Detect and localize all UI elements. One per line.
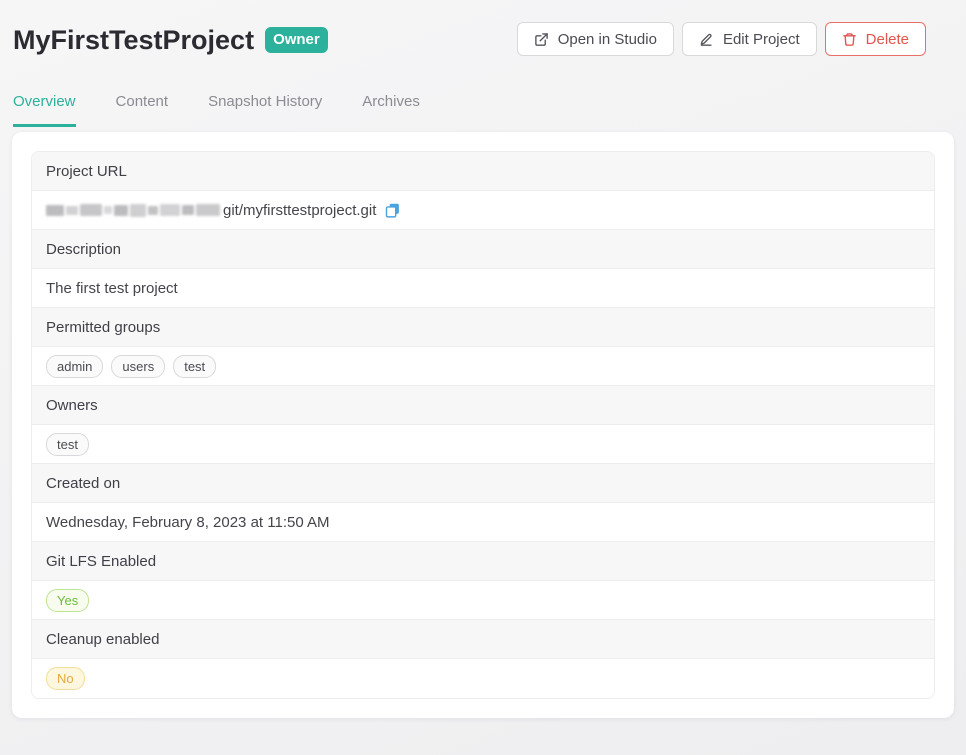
group-tag: users bbox=[111, 355, 165, 378]
project-url-redacted-blur bbox=[46, 204, 220, 217]
project-url-visible-text: git/myfirsttestproject.git bbox=[223, 202, 376, 219]
tab-content[interactable]: Content bbox=[116, 93, 169, 127]
overview-card: Project URL git/myfirsttestproject.git bbox=[12, 132, 954, 718]
title-wrap: MyFirstTestProject Owner bbox=[13, 22, 328, 58]
group-tag: test bbox=[173, 355, 216, 378]
project-url-value-row: git/myfirsttestproject.git bbox=[32, 191, 934, 230]
project-url-header-row: Project URL bbox=[32, 152, 934, 191]
created-on-header-row: Created on bbox=[32, 464, 934, 503]
owners-value-row: test bbox=[32, 425, 934, 464]
cleanup-header-row: Cleanup enabled bbox=[32, 620, 934, 659]
cleanup-label: Cleanup enabled bbox=[46, 631, 159, 648]
header-actions: Open in Studio Edit Project Delete bbox=[517, 22, 926, 56]
description-value-row: The first test project bbox=[32, 269, 934, 308]
description-label: Description bbox=[46, 241, 121, 258]
git-lfs-header-row: Git LFS Enabled bbox=[32, 542, 934, 581]
owner-role-badge: Owner bbox=[265, 27, 328, 53]
git-lfs-status-badge: Yes bbox=[46, 589, 89, 612]
permitted-groups-value-row: admin users test bbox=[32, 347, 934, 386]
tab-archives[interactable]: Archives bbox=[362, 93, 420, 127]
edit-project-label: Edit Project bbox=[723, 31, 800, 48]
external-link-icon bbox=[534, 32, 549, 47]
project-url-label: Project URL bbox=[46, 163, 127, 180]
description-header-row: Description bbox=[32, 230, 934, 269]
page-title: MyFirstTestProject bbox=[13, 22, 254, 58]
project-details-table: Project URL git/myfirsttestproject.git bbox=[31, 151, 935, 699]
page-header: MyFirstTestProject Owner Open in Studio … bbox=[0, 0, 966, 58]
git-lfs-value-row: Yes bbox=[32, 581, 934, 620]
owner-tag: test bbox=[46, 433, 89, 456]
description-value: The first test project bbox=[46, 280, 178, 297]
created-on-value: Wednesday, February 8, 2023 at 11:50 AM bbox=[46, 514, 330, 531]
owners-header-row: Owners bbox=[32, 386, 934, 425]
cleanup-value-row: No bbox=[32, 659, 934, 698]
owners-label: Owners bbox=[46, 397, 98, 414]
open-in-studio-label: Open in Studio bbox=[558, 31, 657, 48]
copy-url-icon[interactable] bbox=[384, 202, 401, 219]
tab-snapshot-history[interactable]: Snapshot History bbox=[208, 93, 322, 127]
tab-overview[interactable]: Overview bbox=[13, 93, 76, 127]
cleanup-status-badge: No bbox=[46, 667, 85, 690]
edit-project-button[interactable]: Edit Project bbox=[682, 22, 817, 56]
trash-icon bbox=[842, 32, 857, 47]
permitted-groups-label: Permitted groups bbox=[46, 319, 160, 336]
git-lfs-label: Git LFS Enabled bbox=[46, 553, 156, 570]
delete-label: Delete bbox=[866, 31, 909, 48]
created-on-label: Created on bbox=[46, 475, 120, 492]
delete-button[interactable]: Delete bbox=[825, 22, 926, 56]
edit-pencil-icon bbox=[699, 32, 714, 47]
tab-bar: Overview Content Snapshot History Archiv… bbox=[0, 93, 966, 127]
project-url-value: git/myfirsttestproject.git bbox=[46, 202, 401, 219]
group-tag: admin bbox=[46, 355, 103, 378]
permitted-groups-header-row: Permitted groups bbox=[32, 308, 934, 347]
created-on-value-row: Wednesday, February 8, 2023 at 11:50 AM bbox=[32, 503, 934, 542]
open-in-studio-button[interactable]: Open in Studio bbox=[517, 22, 674, 56]
